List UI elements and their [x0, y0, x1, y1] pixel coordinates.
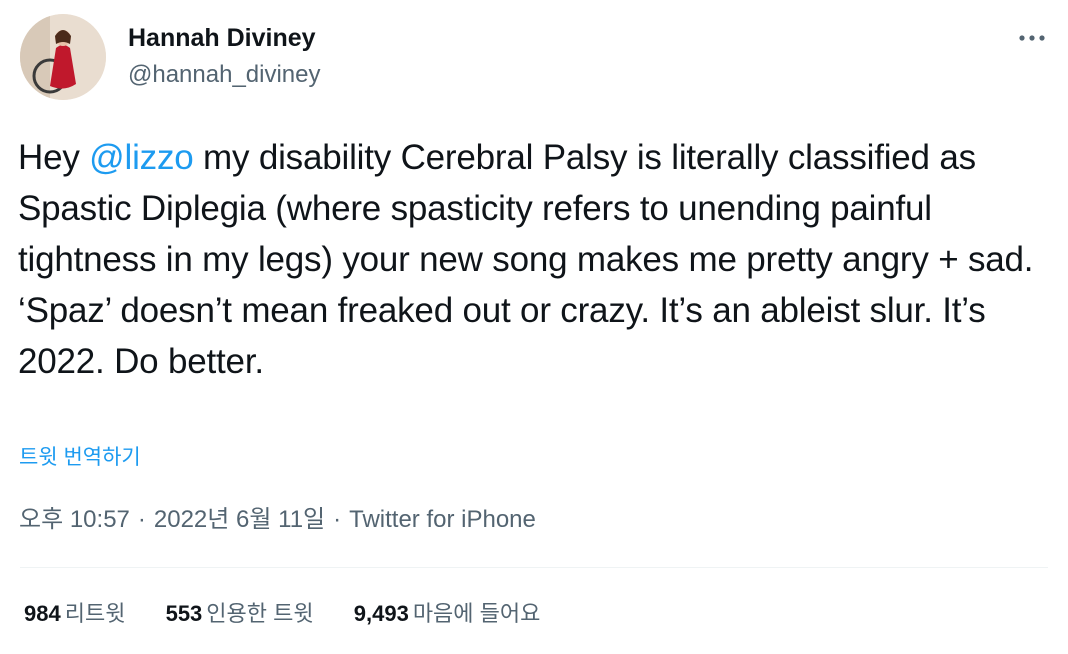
meta-separator: · [333, 506, 342, 533]
more-horizontal-icon [1019, 35, 1045, 41]
likes-label: 마음에 들어요 [412, 601, 541, 626]
likes-count: 9,493 [353, 601, 409, 626]
quote-tweets-stat[interactable]: 553 인용한 트윗 [166, 597, 314, 631]
tweet-text: Hey @lizzo my disability Cerebral Palsy … [18, 132, 1058, 387]
tweet-text-lead: Hey [18, 138, 90, 177]
author-handle[interactable]: @hannah_diviney [128, 60, 321, 90]
tweet-time[interactable]: 오후 10:57 [19, 506, 130, 533]
mention-link[interactable]: @lizzo [89, 138, 194, 177]
engagement-stats: 984 리트윗 553 인용한 트윗 9,493 마음에 들어요 [24, 597, 574, 631]
meta-separator: · [137, 506, 146, 533]
retweets-label: 리트윗 [64, 601, 126, 626]
likes-stat[interactable]: 9,493 마음에 들어요 [354, 597, 541, 631]
quote-tweets-label: 인용한 트윗 [206, 601, 314, 626]
retweets-stat[interactable]: 984 리트윗 [24, 597, 125, 631]
translate-tweet-link[interactable]: 트윗 번역하기 [19, 444, 141, 472]
avatar[interactable] [20, 14, 106, 100]
avatar-image [20, 14, 106, 100]
tweet-metadata: 오후 10:57 · 2022년 6월 11일 · Twitter for iPhone [19, 504, 536, 536]
quote-tweets-count: 553 [165, 601, 203, 626]
tweet-source[interactable]: Twitter for iPhone [349, 506, 536, 533]
tweet-card: Hannah Diviney @hannah_diviney Hey @lizz… [0, 0, 1068, 654]
author-display-name[interactable]: Hannah Diviney [128, 23, 316, 53]
retweets-count: 984 [24, 601, 61, 626]
divider [20, 567, 1048, 568]
tweet-date[interactable]: 2022년 6월 11일 [154, 506, 325, 533]
more-options-button[interactable] [1012, 24, 1052, 54]
